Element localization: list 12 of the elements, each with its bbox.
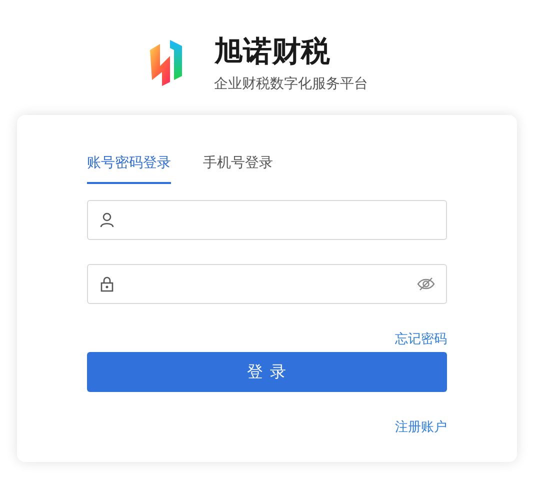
login-tab[interactable]: 手机号登录 [203,153,273,184]
eye-slash-icon[interactable] [417,276,435,292]
forgot-password-link[interactable]: 忘记密码 [395,331,447,349]
user-icon [99,212,115,228]
password-field[interactable] [87,264,447,304]
brand-tagline: 企业财税数字化服务平台 [214,75,368,93]
login-button[interactable]: 登 录 [87,352,447,392]
login-tab[interactable]: 账号密码登录 [87,153,171,184]
lock-icon [99,276,115,292]
username-field[interactable] [87,200,447,240]
register-link[interactable]: 注册账户 [395,419,447,437]
brand-name: 旭诺财税 [214,33,331,69]
